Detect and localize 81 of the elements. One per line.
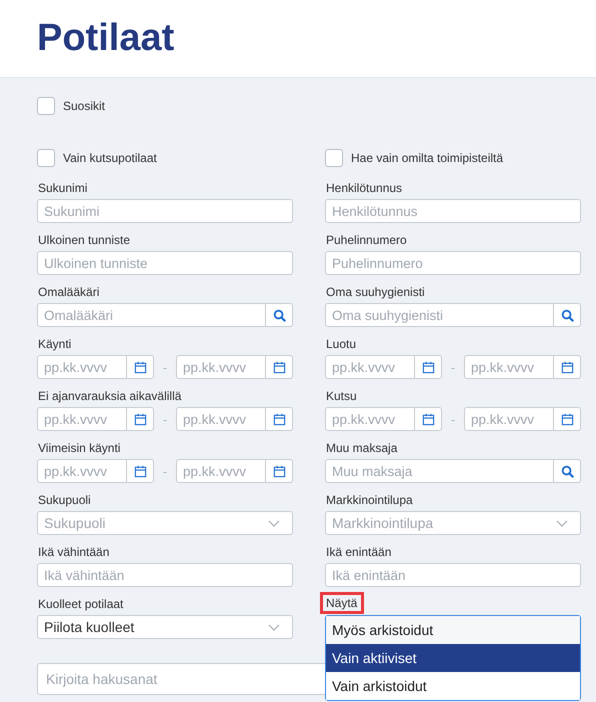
calendar-icon [560, 412, 574, 426]
calendar-button[interactable] [266, 407, 293, 431]
chevron-down-icon [556, 520, 568, 526]
date-field[interactable]: pp.kk.vvvv [37, 459, 127, 483]
input-field[interactable]: Muu maksaja [325, 459, 554, 483]
calendar-button[interactable] [127, 459, 154, 483]
date-field[interactable]: pp.kk.vvvv [325, 355, 415, 379]
date-field[interactable]: pp.kk.vvvv [464, 355, 554, 379]
calendar-button[interactable] [127, 407, 154, 431]
input-field[interactable]: Omalääkäri [37, 303, 266, 327]
field-label: Sukupuoli [37, 494, 92, 507]
field-label: Puhelinnumero [325, 234, 408, 247]
range-separator: - [450, 360, 456, 374]
field-label: Kuolleet potilaat [37, 598, 124, 611]
input-field[interactable]: Puhelinnumero [325, 251, 581, 275]
input-field[interactable]: Ikä vähintään [37, 563, 293, 587]
range-separator: - [162, 464, 168, 478]
field-label: Henkilötunnus [325, 182, 404, 195]
calendar-icon [134, 360, 146, 374]
calendar-button[interactable] [266, 355, 293, 379]
date-field[interactable]: pp.kk.vvvv [176, 355, 266, 379]
page-title: Potilaat [37, 17, 174, 60]
calendar-icon [134, 464, 146, 478]
field-label: Kutsu [325, 390, 358, 403]
field-label: Muu maksaja [325, 442, 398, 455]
search-icon [560, 464, 574, 478]
field-label: Ikä enintään [325, 546, 392, 559]
field-label: Sukunimi [37, 182, 88, 195]
chevron-down-icon [268, 520, 280, 526]
range-separator: - [450, 412, 456, 426]
field-label: Ulkoinen tunniste [37, 234, 132, 247]
field-label: Viimeisin käynti [37, 442, 122, 455]
date-field[interactable]: pp.kk.vvvv [176, 459, 266, 483]
search-button[interactable] [554, 303, 581, 327]
search-button[interactable] [266, 303, 293, 327]
input-field[interactable]: Ikä enintään [325, 563, 581, 587]
date-field[interactable]: pp.kk.vvvv [176, 407, 266, 431]
field-label: Oma suuhygienisti [325, 286, 426, 299]
calendar-button[interactable] [266, 459, 293, 483]
calendar-button[interactable] [554, 407, 581, 431]
calendar-button[interactable] [554, 355, 581, 379]
select-field[interactable]: Piilota kuolleet [37, 615, 293, 639]
field-label: Markkinointilupa [325, 494, 414, 507]
calendar-icon [422, 412, 434, 426]
calendar-icon [272, 412, 286, 426]
checkbox[interactable] [325, 149, 343, 167]
calendar-button[interactable] [415, 407, 442, 431]
checkbox-label: Hae vain omilta toimipisteiltä [351, 151, 504, 165]
input-field[interactable]: Ulkoinen tunniste [37, 251, 293, 275]
calendar-icon [560, 360, 574, 374]
checkbox-label: Vain kutsupotilaat [63, 151, 157, 165]
search-icon [560, 308, 574, 322]
checkbox[interactable] [37, 97, 55, 115]
field-label: Omalääkäri [37, 286, 100, 299]
date-field[interactable]: pp.kk.vvvv [37, 407, 127, 431]
range-separator: - [162, 360, 168, 374]
calendar-icon [272, 464, 286, 478]
calendar-button[interactable] [415, 355, 442, 379]
field-label: Luotu [325, 338, 358, 351]
field-label: Käynti [37, 338, 72, 351]
chevron-down-icon [268, 624, 280, 630]
field-label: Näytä [325, 597, 358, 610]
input-field[interactable]: Henkilötunnus [325, 199, 581, 223]
date-field[interactable]: pp.kk.vvvv [464, 407, 554, 431]
calendar-icon [134, 412, 146, 426]
date-field[interactable]: pp.kk.vvvv [325, 407, 415, 431]
dropdown-option[interactable]: Vain aktiiviset [326, 644, 580, 672]
calendar-button[interactable] [127, 355, 154, 379]
search-button[interactable] [554, 459, 581, 483]
checkbox-label: Suosikit [63, 99, 106, 113]
range-separator: - [162, 412, 168, 426]
input-field[interactable]: Sukunimi [37, 199, 293, 223]
checkbox[interactable] [37, 149, 55, 167]
calendar-icon [272, 360, 286, 374]
input-field[interactable]: Oma suuhygienisti [325, 303, 554, 327]
calendar-icon [422, 360, 434, 374]
field-label: Ei ajanvarauksia aikavälillä [37, 390, 182, 403]
date-field[interactable]: pp.kk.vvvv [37, 355, 127, 379]
dropdown-option[interactable]: Myös arkistoidut [326, 616, 580, 644]
field-label: Ikä vähintään [37, 546, 110, 559]
search-icon [272, 308, 286, 322]
